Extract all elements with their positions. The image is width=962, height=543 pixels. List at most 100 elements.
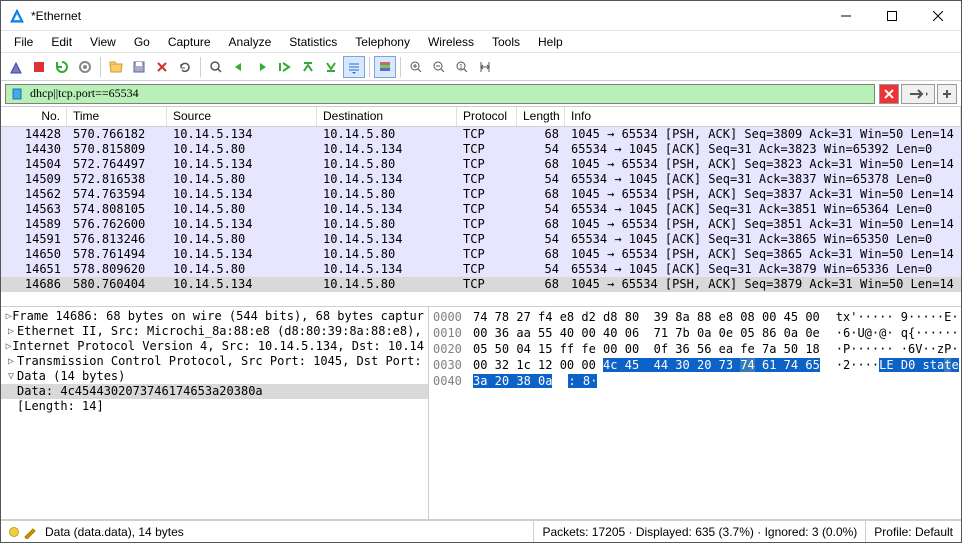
find-packet-icon[interactable] xyxy=(205,56,227,78)
reload-icon[interactable] xyxy=(174,56,196,78)
expand-icon[interactable]: ▷ xyxy=(5,339,12,354)
col-no[interactable]: No. xyxy=(1,107,67,126)
col-src[interactable]: Source xyxy=(167,107,317,126)
hex-row[interactable]: 001000 36 aa 55 40 00 40 06 71 7b 0a 0e … xyxy=(433,325,957,341)
hex-row[interactable]: 000074 78 27 f4 e8 d2 d8 80 39 8a 88 e8 … xyxy=(433,309,957,325)
hex-row[interactable]: 003000 32 1c 12 00 00 4c 45 44 30 20 73 … xyxy=(433,357,957,373)
cell-proto: TCP xyxy=(457,127,517,142)
minimize-button[interactable] xyxy=(823,1,869,30)
menu-view[interactable]: View xyxy=(81,33,125,51)
cell-no: 14504 xyxy=(1,157,67,172)
go-last-icon[interactable] xyxy=(320,56,342,78)
hex-row[interactable]: 002005 50 04 15 ff fe 00 00 0f 36 56 ea … xyxy=(433,341,957,357)
save-file-icon[interactable] xyxy=(128,56,150,78)
expand-icon[interactable]: ▷ xyxy=(5,324,17,339)
col-len[interactable]: Length xyxy=(517,107,565,126)
collapse-icon[interactable]: ▽ xyxy=(5,369,17,384)
menu-go[interactable]: Go xyxy=(125,33,159,51)
menu-analyze[interactable]: Analyze xyxy=(220,33,281,51)
go-first-icon[interactable] xyxy=(297,56,319,78)
filter-input-wrap[interactable] xyxy=(5,84,875,104)
packet-row[interactable]: 14650578.76149410.14.5.13410.14.5.80TCP6… xyxy=(1,247,961,262)
cell-len: 68 xyxy=(517,157,565,172)
tree-text: Data (14 bytes) xyxy=(17,369,125,384)
bookmark-icon[interactable] xyxy=(10,87,24,101)
tree-item[interactable]: ▷Internet Protocol Version 4, Src: 10.14… xyxy=(1,339,428,354)
packet-bytes-pane[interactable]: 000074 78 27 f4 e8 d2 d8 80 39 8a 88 e8 … xyxy=(429,307,961,519)
cell-src: 10.14.5.134 xyxy=(167,247,317,262)
tree-item[interactable]: ▷Ethernet II, Src: Microchi_8a:88:e8 (d8… xyxy=(1,324,428,339)
cell-src: 10.14.5.80 xyxy=(167,172,317,187)
menu-file[interactable]: File xyxy=(5,33,42,51)
menu-wireless[interactable]: Wireless xyxy=(419,33,483,51)
cell-dst: 10.14.5.134 xyxy=(317,262,457,277)
menu-tools[interactable]: Tools xyxy=(483,33,529,51)
clear-filter-icon[interactable] xyxy=(879,84,899,104)
packet-row[interactable]: 14430570.81580910.14.5.8010.14.5.134TCP5… xyxy=(1,142,961,157)
status-profile[interactable]: Profile: Default xyxy=(865,521,961,542)
zoom-out-icon[interactable] xyxy=(428,56,450,78)
packet-row[interactable]: 14651578.80962010.14.5.8010.14.5.134TCP5… xyxy=(1,262,961,277)
hex-ascii: ·P······ ·6V··zP· xyxy=(836,341,959,357)
go-to-packet-icon[interactable] xyxy=(274,56,296,78)
hex-bytes: 3a 20 38 0a xyxy=(473,373,552,389)
tree-item[interactable]: Data: 4c4544302073746174653a20380a xyxy=(1,384,428,399)
capture-options-icon[interactable] xyxy=(74,56,96,78)
menu-help[interactable]: Help xyxy=(529,33,572,51)
title-bar: *Ethernet xyxy=(1,1,961,31)
expand-icon[interactable]: ▷ xyxy=(5,354,17,369)
col-info[interactable]: Info xyxy=(565,107,961,126)
hex-row[interactable]: 00403a 20 38 0a: 8· xyxy=(433,373,957,389)
go-forward-icon[interactable] xyxy=(251,56,273,78)
menu-edit[interactable]: Edit xyxy=(42,33,81,51)
menu-capture[interactable]: Capture xyxy=(159,33,220,51)
cell-len: 68 xyxy=(517,277,565,292)
col-dst[interactable]: Destination xyxy=(317,107,457,126)
cell-proto: TCP xyxy=(457,157,517,172)
menu-statistics[interactable]: Statistics xyxy=(280,33,346,51)
packet-row[interactable]: 14509572.81653810.14.5.8010.14.5.134TCP5… xyxy=(1,172,961,187)
packet-list-body[interactable]: 14428570.76618210.14.5.13410.14.5.80TCP6… xyxy=(1,127,961,306)
hex-offset: 0030 xyxy=(433,357,473,373)
cell-src: 10.14.5.80 xyxy=(167,262,317,277)
packet-row[interactable]: 14591576.81324610.14.5.8010.14.5.134TCP5… xyxy=(1,232,961,247)
stop-capture-icon[interactable] xyxy=(28,56,50,78)
packet-row[interactable]: 14504572.76449710.14.5.13410.14.5.80TCP6… xyxy=(1,157,961,172)
expand-icon[interactable]: ▷ xyxy=(5,309,12,324)
tree-item[interactable]: ▷Transmission Control Protocol, Src Port… xyxy=(1,354,428,369)
colorize-icon[interactable] xyxy=(374,56,396,78)
start-capture-icon[interactable] xyxy=(5,56,27,78)
col-proto[interactable]: Protocol xyxy=(457,107,517,126)
tree-item[interactable]: ▽Data (14 bytes) xyxy=(1,369,428,384)
go-back-icon[interactable] xyxy=(228,56,250,78)
close-file-icon[interactable] xyxy=(151,56,173,78)
packet-details-pane[interactable]: ▷Frame 14686: 68 bytes on wire (544 bits… xyxy=(1,307,429,519)
cell-len: 68 xyxy=(517,247,565,262)
close-button[interactable] xyxy=(915,1,961,30)
cell-len: 54 xyxy=(517,142,565,157)
tree-item[interactable]: ▷Frame 14686: 68 bytes on wire (544 bits… xyxy=(1,309,428,324)
add-filter-icon[interactable] xyxy=(937,84,957,104)
menu-telephony[interactable]: Telephony xyxy=(346,33,419,51)
packet-row[interactable]: 14563574.80810510.14.5.8010.14.5.134TCP5… xyxy=(1,202,961,217)
packet-row[interactable]: 14562574.76359410.14.5.13410.14.5.80TCP6… xyxy=(1,187,961,202)
apply-filter-icon[interactable] xyxy=(901,84,935,104)
packet-row[interactable]: 14686580.76040410.14.5.13410.14.5.80TCP6… xyxy=(1,277,961,292)
zoom-in-icon[interactable] xyxy=(405,56,427,78)
tree-item[interactable]: [Length: 14] xyxy=(1,399,428,414)
expert-info-icon[interactable] xyxy=(9,527,19,537)
filter-input[interactable] xyxy=(28,85,870,102)
maximize-button[interactable] xyxy=(869,1,915,30)
packet-row[interactable]: 14428570.76618210.14.5.13410.14.5.80TCP6… xyxy=(1,127,961,142)
zoom-reset-icon[interactable]: 1 xyxy=(451,56,473,78)
resize-columns-icon[interactable] xyxy=(474,56,496,78)
packet-row[interactable]: 14589576.76260010.14.5.13410.14.5.80TCP6… xyxy=(1,217,961,232)
edit-preferences-icon[interactable] xyxy=(23,525,37,539)
cell-time: 572.816538 xyxy=(67,172,167,187)
cell-info: 65534 → 1045 [ACK] Seq=31 Ack=3851 Win=6… xyxy=(565,202,961,217)
open-file-icon[interactable] xyxy=(105,56,127,78)
restart-capture-icon[interactable] xyxy=(51,56,73,78)
auto-scroll-icon[interactable] xyxy=(343,56,365,78)
cell-dst: 10.14.5.134 xyxy=(317,172,457,187)
col-time[interactable]: Time xyxy=(67,107,167,126)
